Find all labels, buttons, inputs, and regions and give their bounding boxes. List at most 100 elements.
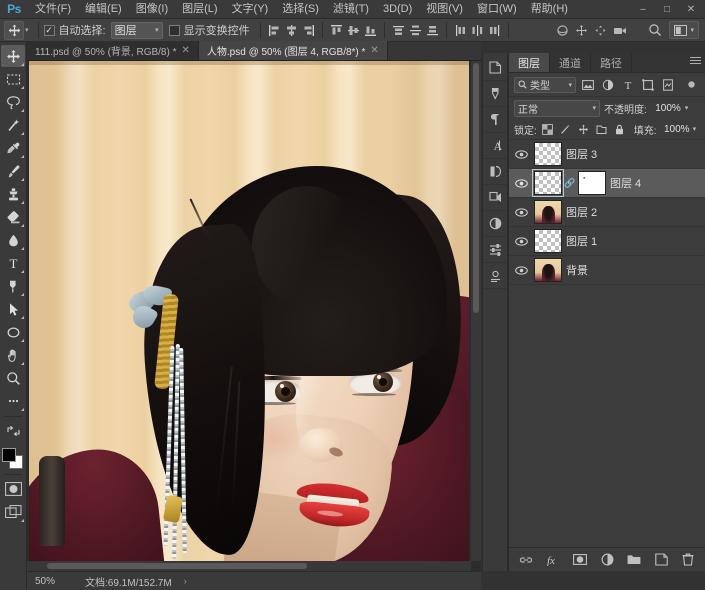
layer-thumbnail[interactable] <box>534 258 562 282</box>
zoom-tool[interactable] <box>1 367 25 389</box>
lock-transparent-icon[interactable] <box>540 122 555 137</box>
panel-menu-icon[interactable] <box>690 57 701 64</box>
document-tab-renwu[interactable]: 人物.psd @ 50% (图层 4, RGB/8*) * ✕ <box>198 41 388 60</box>
menu-type[interactable]: 文字(Y) <box>225 0 276 19</box>
menu-help[interactable]: 帮助(H) <box>524 0 575 19</box>
filter-type-icon[interactable]: T <box>619 76 636 93</box>
color-wheel-icon[interactable] <box>483 211 507 237</box>
layer-row-tuceng1[interactable]: 图层 1 <box>509 227 705 256</box>
document-image[interactable] <box>29 61 469 571</box>
add-mask-icon[interactable] <box>572 552 588 568</box>
distribute-right-icon[interactable] <box>486 21 503 39</box>
layer-thumbnail[interactable] <box>532 169 564 197</box>
align-horizontal-centers-icon[interactable] <box>283 21 300 39</box>
swap-colors-icon[interactable] <box>1 420 25 442</box>
distribute-bottom-icon[interactable] <box>424 21 441 39</box>
history-icon[interactable] <box>483 55 507 81</box>
distribute-top-icon[interactable] <box>390 21 407 39</box>
document-tab-111[interactable]: 111.psd @ 50% (背景, RGB/8) * ✕ <box>27 41 199 60</box>
3d-slide-icon[interactable] <box>592 21 609 39</box>
foreground-color-swatch[interactable] <box>2 448 16 462</box>
layer-row-tuceng3[interactable]: 图层 3 <box>509 140 705 169</box>
layer-visibility-toggle[interactable] <box>513 207 530 217</box>
3d-camera-icon[interactable] <box>611 21 628 39</box>
scrollbar-thumb[interactable] <box>473 63 479 313</box>
quick-mask-icon[interactable] <box>1 478 25 500</box>
minimize-button[interactable]: – <box>631 1 655 18</box>
blur-tool[interactable] <box>1 229 25 251</box>
hand-tool[interactable] <box>1 344 25 366</box>
layer-row-tuceng4[interactable]: 🔗 ▪ 图层 4 <box>509 169 705 198</box>
layer-row-background[interactable]: 背景 <box>509 256 705 285</box>
layer-thumbnail[interactable] <box>534 200 562 224</box>
styles-icon[interactable] <box>483 159 507 185</box>
clone-stamp-tool[interactable] <box>1 183 25 205</box>
shape-tool[interactable] <box>1 321 25 343</box>
layer-visibility-toggle[interactable] <box>513 265 530 275</box>
screen-mode-icon[interactable] <box>1 501 25 523</box>
more-tools[interactable] <box>1 390 25 412</box>
tab-paths[interactable]: 路径 <box>591 53 632 72</box>
link-layers-icon[interactable] <box>518 552 534 568</box>
show-transform-checkbox[interactable] <box>168 24 180 36</box>
color-swatches[interactable] <box>1 447 25 471</box>
layer-name[interactable]: 图层 1 <box>566 233 597 249</box>
menu-3d[interactable]: 3D(D) <box>376 0 419 19</box>
delete-layer-icon[interactable] <box>680 552 696 568</box>
eraser-tool[interactable] <box>1 206 25 228</box>
layer-thumbnail[interactable] <box>534 142 562 166</box>
opacity-slider-caret[interactable]: ▾ <box>685 104 689 112</box>
align-bottom-edges-icon[interactable] <box>362 21 379 39</box>
layer-name[interactable]: 图层 4 <box>610 175 641 191</box>
paragraph-icon[interactable] <box>483 107 507 133</box>
marquee-tool[interactable] <box>1 68 25 90</box>
auto-select-dropdown[interactable]: 图层 ▾ <box>110 21 163 39</box>
levels-icon[interactable] <box>483 237 507 263</box>
actions-icon[interactable] <box>483 185 507 211</box>
scrollbar-thumb[interactable] <box>47 563 307 569</box>
zoom-level[interactable]: 50% <box>27 576 75 587</box>
tab-channels[interactable]: 通道 <box>550 53 591 72</box>
menu-select[interactable]: 选择(S) <box>275 0 326 19</box>
layer-name[interactable]: 背景 <box>566 262 588 278</box>
lock-all-icon[interactable] <box>612 122 627 137</box>
tool-preset-caret[interactable]: ▾ <box>25 26 29 34</box>
menu-filter[interactable]: 滤镜(T) <box>326 0 376 19</box>
search-icon[interactable] <box>646 21 663 39</box>
align-vertical-centers-icon[interactable] <box>345 21 362 39</box>
fill-value[interactable]: 100% <box>660 124 690 135</box>
type-tool[interactable]: T <box>1 252 25 274</box>
canvas-area[interactable] <box>27 61 481 571</box>
layer-thumbnail[interactable] <box>534 229 562 253</box>
menu-file[interactable]: 文件(F) <box>28 0 78 19</box>
menu-image[interactable]: 图像(I) <box>129 0 175 19</box>
layer-mask-thumbnail[interactable]: ▪ <box>578 171 606 195</box>
layer-name[interactable]: 图层 2 <box>566 204 597 220</box>
status-expand-icon[interactable]: › <box>184 576 187 586</box>
auto-select-checkbox[interactable]: ✓ <box>43 24 55 36</box>
adjustments-icon[interactable] <box>483 81 507 107</box>
lasso-tool[interactable] <box>1 91 25 113</box>
filter-power-icon[interactable] <box>683 76 700 93</box>
filter-smart-icon[interactable] <box>659 76 676 93</box>
brush-tool[interactable] <box>1 160 25 182</box>
layer-visibility-toggle[interactable] <box>513 178 530 188</box>
menu-layer[interactable]: 图层(L) <box>175 0 224 19</box>
3d-rotate-icon[interactable] <box>554 21 571 39</box>
menu-view[interactable]: 视图(V) <box>419 0 470 19</box>
filter-pixel-icon[interactable] <box>579 76 596 93</box>
3d-move-icon[interactable] <box>573 21 590 39</box>
layer-visibility-toggle[interactable] <box>513 149 530 159</box>
filter-type-dropdown[interactable]: 类型 ▾ <box>514 76 576 93</box>
layer-visibility-toggle[interactable] <box>513 236 530 246</box>
new-group-icon[interactable] <box>626 552 642 568</box>
distribute-horizontal-center-icon[interactable] <box>469 21 486 39</box>
opacity-value[interactable]: 100% <box>651 103 681 114</box>
lock-position-icon[interactable] <box>576 122 591 137</box>
distribute-vertical-center-icon[interactable] <box>407 21 424 39</box>
eyedropper-tool[interactable] <box>1 137 25 159</box>
character-icon[interactable]: A <box>483 133 507 159</box>
adjustment-layer-icon[interactable] <box>599 552 615 568</box>
align-right-edges-icon[interactable] <box>300 21 317 39</box>
workspace-switcher[interactable]: ▾ <box>669 21 699 39</box>
